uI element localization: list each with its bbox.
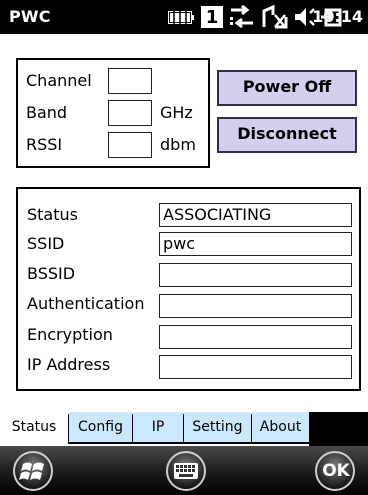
authentication-label: Authentication bbox=[27, 294, 145, 313]
ssid-label: SSID bbox=[27, 234, 65, 253]
tab-strip-end bbox=[309, 412, 368, 446]
ok-button[interactable]: OK bbox=[308, 450, 364, 492]
notification-icon[interactable]: 1 bbox=[201, 6, 223, 28]
status-label: Status bbox=[27, 205, 78, 224]
ssid-value: pwc bbox=[159, 232, 352, 256]
tab-ip[interactable]: IP bbox=[133, 412, 183, 444]
status-group: Status ASSOCIATING SSID pwc BSSID Authen… bbox=[16, 187, 361, 391]
band-label: Band bbox=[26, 103, 68, 122]
ok-label: OK bbox=[322, 461, 350, 481]
encryption-value bbox=[159, 325, 352, 349]
battery-icon[interactable] bbox=[166, 4, 196, 30]
encryption-label: Encryption bbox=[27, 325, 113, 344]
status-value: ASSOCIATING bbox=[159, 203, 352, 227]
keyboard-icon[interactable] bbox=[158, 450, 214, 492]
channel-label: Channel bbox=[26, 71, 92, 90]
rssi-field bbox=[108, 132, 152, 158]
ip-address-label: IP Address bbox=[27, 355, 111, 374]
tab-status[interactable]: Status bbox=[0, 412, 68, 444]
connectivity-icon[interactable] bbox=[227, 4, 257, 30]
title-bar: PWC 1 10:14 bbox=[0, 0, 368, 34]
app-title: PWC bbox=[9, 7, 51, 26]
windows-start-icon[interactable] bbox=[5, 450, 61, 492]
rssi-label: RSSI bbox=[26, 135, 63, 154]
band-field bbox=[108, 100, 152, 126]
rssi-unit: dbm bbox=[160, 135, 196, 154]
band-unit: GHz bbox=[160, 103, 193, 122]
bssid-value bbox=[159, 263, 352, 287]
tab-about[interactable]: About bbox=[252, 412, 309, 444]
disconnect-button[interactable]: Disconnect bbox=[217, 117, 357, 153]
tab-setting[interactable]: Setting bbox=[184, 412, 251, 444]
radio-info-group: Channel Band GHz RSSI dbm bbox=[16, 58, 210, 168]
power-off-button[interactable]: Power Off bbox=[217, 70, 357, 106]
bssid-label: BSSID bbox=[27, 264, 76, 283]
channel-field bbox=[108, 68, 152, 94]
clock: 10:14 bbox=[312, 7, 363, 26]
signal-icon[interactable] bbox=[260, 4, 290, 30]
authentication-value bbox=[159, 294, 352, 318]
tab-config[interactable]: Config bbox=[69, 412, 132, 444]
ip-address-value bbox=[159, 355, 352, 379]
